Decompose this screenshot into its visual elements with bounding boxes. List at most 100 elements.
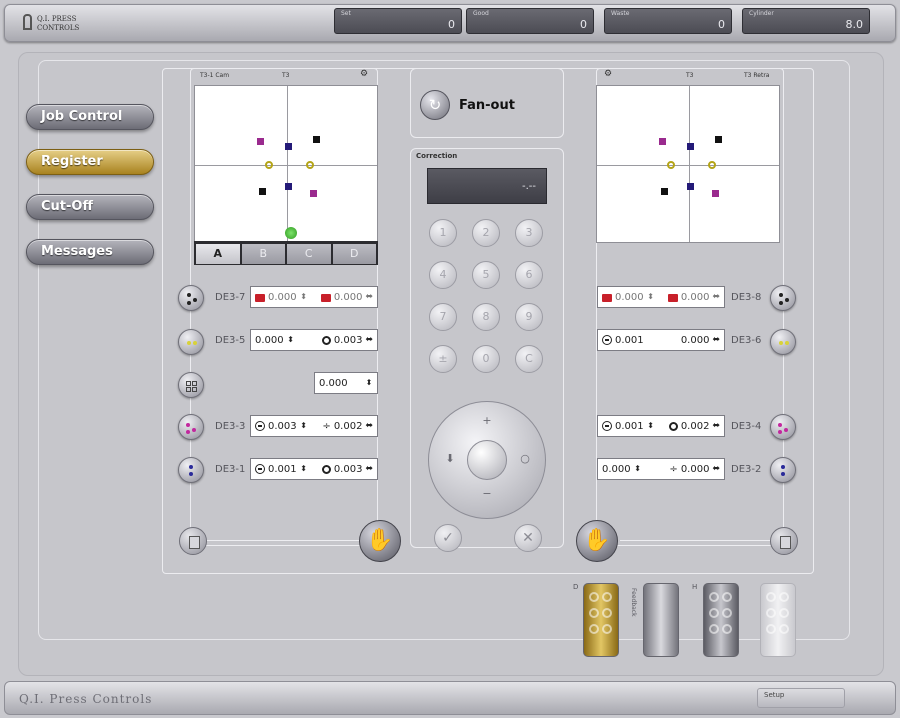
cyan-unit-knob[interactable] — [178, 457, 204, 483]
counter-label: Good — [473, 10, 489, 17]
right-page-button[interactable] — [770, 527, 798, 555]
row-label: DE3-6 — [731, 335, 762, 346]
up-down-icon[interactable]: ⬍ — [300, 465, 308, 473]
key-5[interactable]: 5 — [472, 261, 500, 289]
value-lateral: 0.002 — [680, 420, 710, 432]
tab-d[interactable]: D — [332, 244, 376, 264]
key-9[interactable]: 9 — [515, 303, 543, 331]
left-hand-stop-button[interactable]: ✋ — [359, 520, 401, 562]
tab-b[interactable]: B — [241, 244, 285, 264]
left-right-icon[interactable]: ⬌ — [365, 292, 373, 302]
up-down-icon[interactable]: ⬍ — [287, 336, 295, 344]
arrow-left-icon[interactable]: ⬇ — [441, 452, 459, 465]
key-8[interactable]: 8 — [472, 303, 500, 331]
nav-register-button[interactable]: Register — [26, 149, 154, 175]
up-down-icon[interactable]: ⬍ — [300, 422, 308, 430]
direction-pad-center-button[interactable] — [467, 440, 507, 480]
single-value-field[interactable]: 0.000 ⬍ — [314, 372, 378, 394]
left-page-button[interactable] — [179, 527, 207, 555]
yellow-unit-knob[interactable] — [178, 329, 204, 355]
left-right-icon[interactable]: ⬌ — [365, 464, 373, 474]
row-label: DE3-8 — [731, 292, 762, 303]
roller-light-icon[interactable] — [760, 583, 796, 657]
cyan-unit-knob[interactable] — [770, 457, 796, 483]
arrow-up-icon[interactable]: + — [478, 414, 496, 427]
register-mark — [667, 161, 675, 169]
up-down-icon[interactable]: ⬍ — [634, 465, 642, 473]
register-mark — [265, 161, 273, 169]
key-3[interactable]: 3 — [515, 219, 543, 247]
counter-value: 0 — [448, 18, 455, 31]
value-circumferential: 0.001 — [615, 420, 644, 432]
tab-c[interactable]: C — [287, 244, 331, 264]
left-right-icon[interactable]: ⬌ — [365, 335, 373, 345]
right-panel-gear-icon[interactable]: ⚙ — [604, 69, 612, 81]
up-down-icon[interactable]: ⬍ — [300, 293, 308, 301]
value-lateral: 0.002 — [333, 420, 363, 432]
register-value-field[interactable]: 0.000 ⬍ 0.000 ⬌ — [597, 286, 725, 308]
value-lateral: 0.003 — [333, 334, 363, 346]
divider — [620, 540, 780, 541]
up-down-icon[interactable]: ⬍ — [647, 293, 655, 301]
setup-button[interactable]: Setup — [757, 688, 845, 708]
row-label: DE3-1 — [215, 464, 246, 475]
lock-icon — [667, 294, 678, 302]
right-hand-stop-button[interactable]: ✋ — [576, 520, 618, 562]
black-unit-knob[interactable] — [178, 285, 204, 311]
key-6[interactable]: 6 — [515, 261, 543, 289]
key-clear[interactable]: C — [515, 345, 543, 373]
left-right-icon[interactable]: ⬌ — [712, 335, 720, 345]
register-value-field[interactable]: 0.001 ⬍ 0.002 ⬌ — [597, 415, 725, 437]
up-down-icon[interactable]: ⬍ — [647, 422, 655, 430]
register-mark — [306, 161, 314, 169]
register-value-field[interactable]: 0.000 ⬍ 0.000 ⬌ — [250, 286, 378, 308]
value-lateral: 0.003 — [333, 463, 363, 475]
yellow-unit-knob[interactable] — [770, 329, 796, 355]
nav-messages-button[interactable]: Messages — [26, 239, 154, 265]
tab-a[interactable]: A — [196, 244, 240, 264]
key-1[interactable]: 1 — [429, 219, 457, 247]
roller-plain-icon[interactable] — [643, 583, 679, 657]
counter-label: Waste — [611, 10, 630, 17]
key-0[interactable]: 0 — [472, 345, 500, 373]
counter-label: Cylinder — [749, 10, 774, 17]
counter-waste: Waste 0 — [604, 8, 732, 34]
arrow-right-icon[interactable]: ○ — [516, 452, 534, 465]
plot-vertical-axis — [689, 86, 690, 242]
roller-dark-icon[interactable] — [703, 583, 739, 657]
lock-icon — [602, 294, 612, 302]
correction-label: Correction — [416, 152, 458, 160]
confirm-check-icon[interactable]: ✓ — [434, 524, 462, 552]
counter-value: 8.0 — [845, 18, 864, 31]
roller-gold-icon[interactable] — [583, 583, 619, 657]
magenta-unit-knob[interactable] — [770, 414, 796, 440]
register-value-field[interactable]: 0.000 ⬍ 0.003 ⬌ — [250, 329, 378, 351]
register-value-field[interactable]: 0.001 ⬍ 0.003 ⬌ — [250, 458, 378, 480]
left-right-icon[interactable]: ⬌ — [712, 421, 720, 431]
right-panel-unit-label: T3 — [686, 72, 694, 79]
counter-good: Good 0 — [466, 8, 594, 34]
register-mark — [687, 143, 694, 150]
key-7[interactable]: 7 — [429, 303, 457, 331]
left-right-icon[interactable]: ⬌ — [365, 421, 373, 431]
black-unit-knob[interactable] — [770, 285, 796, 311]
magenta-unit-knob[interactable] — [178, 414, 204, 440]
key-4[interactable]: 4 — [429, 261, 457, 289]
left-right-icon[interactable]: ⬌ — [712, 464, 720, 474]
key-plus-minus[interactable]: ± — [429, 345, 457, 373]
register-value-field[interactable]: 0.000 ⬍ ÷ 0.000 ⬌ — [597, 458, 725, 480]
web-grid-knob[interactable] — [178, 372, 204, 398]
key-2[interactable]: 2 — [472, 219, 500, 247]
arrow-down-icon[interactable]: − — [478, 487, 496, 500]
left-panel-gear-icon[interactable]: ⚙ — [360, 69, 368, 81]
left-right-icon[interactable]: ⬌ — [712, 292, 720, 302]
nav-cut-off-button[interactable]: Cut-Off — [26, 194, 154, 220]
cancel-x-icon[interactable]: ✕ — [514, 524, 542, 552]
register-mark — [285, 183, 292, 190]
counter-cylinder: Cylinder 8.0 — [742, 8, 870, 34]
up-down-icon[interactable]: ⬍ — [365, 379, 373, 387]
register-value-field[interactable]: 0.001 0.000 ⬌ — [597, 329, 725, 351]
nav-job-control-button[interactable]: Job Control — [26, 104, 154, 130]
register-value-field[interactable]: 0.003 ⬍ ÷ 0.002 ⬌ — [250, 415, 378, 437]
fan-out-arrow-icon[interactable]: ↻ — [420, 90, 450, 120]
